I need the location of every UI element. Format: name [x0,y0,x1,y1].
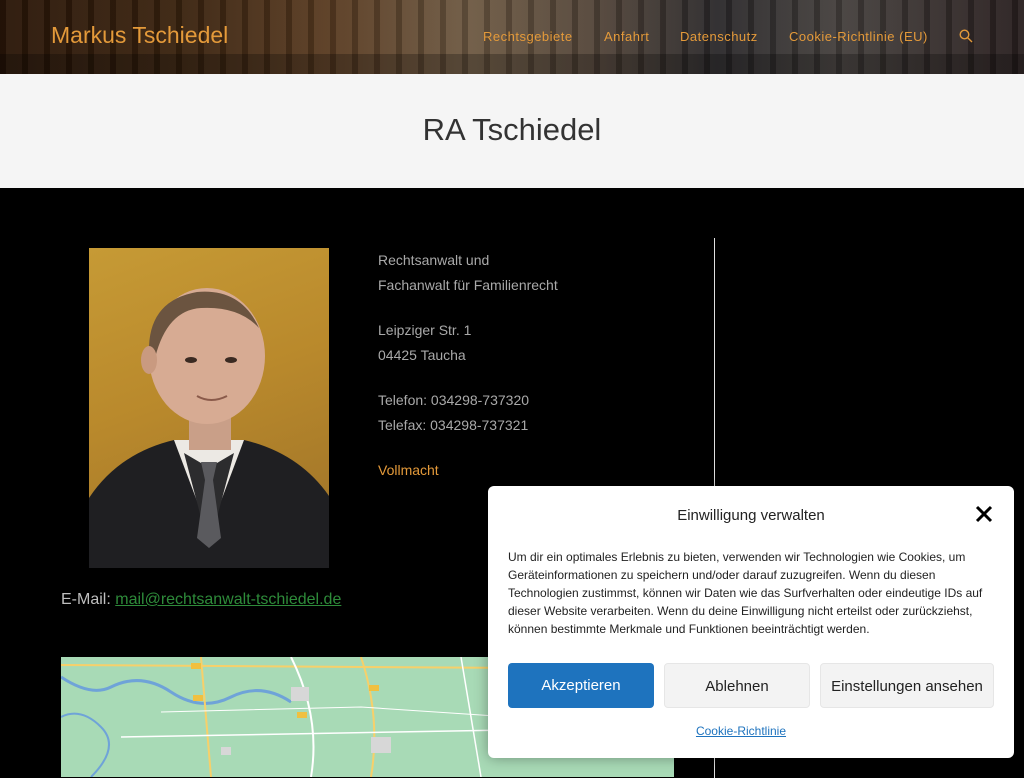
nav-item-cookie-richtlinie[interactable]: Cookie-Richtlinie (EU) [789,29,928,44]
portrait-photo [89,248,329,568]
nav-item-rechtsgebiete[interactable]: Rechtsgebiete [483,29,573,44]
phone-number: Telefon: 034298-737320 [378,392,530,408]
page-title: RA Tschiedel [422,112,602,147]
search-icon[interactable] [959,29,973,43]
nav-item-anfahrt[interactable]: Anfahrt [604,29,649,44]
address-city: 04425 Taucha [378,347,466,363]
site-title[interactable]: Markus Tschiedel [51,22,228,49]
close-icon[interactable] [975,505,993,523]
contact-info: Rechtsanwalt und Fachanwalt für Familien… [378,248,558,503]
address-street: Leipziger Str. 1 [378,322,472,338]
cookie-policy-link[interactable]: Cookie-Richtlinie [488,724,994,738]
email-link[interactable]: mail@rechtsanwalt-tschiedel.de [115,591,341,608]
profession-line1: Rechtsanwalt und [378,252,490,268]
view-settings-button[interactable]: Einstellungen ansehen [820,663,994,708]
email-row: E-Mail: mail@rechtsanwalt-tschiedel.de [61,591,341,609]
cookie-consent-dialog: Einwilligung verwalten Um dir ein optima… [488,486,1014,758]
nav-item-datenschutz[interactable]: Datenschutz [680,29,758,44]
consent-title: Einwilligung verwalten [677,507,825,524]
accept-button[interactable]: Akzeptieren [508,663,654,708]
email-label: E-Mail: [61,591,116,608]
deny-button[interactable]: Ablehnen [664,663,810,708]
consent-text: Um dir ein optimales Erlebnis zu bieten,… [508,550,983,636]
portrait-illustration [89,288,329,568]
vollmacht-link[interactable]: Vollmacht [378,462,439,478]
fax-number: Telefax: 034298-737321 [378,417,529,433]
page-title-band: RA Tschiedel [0,74,1024,188]
site-header: Markus Tschiedel Rechtsgebiete Anfahrt D… [0,0,1024,74]
profession-line2: Fachanwalt für Familienrecht [378,277,558,293]
